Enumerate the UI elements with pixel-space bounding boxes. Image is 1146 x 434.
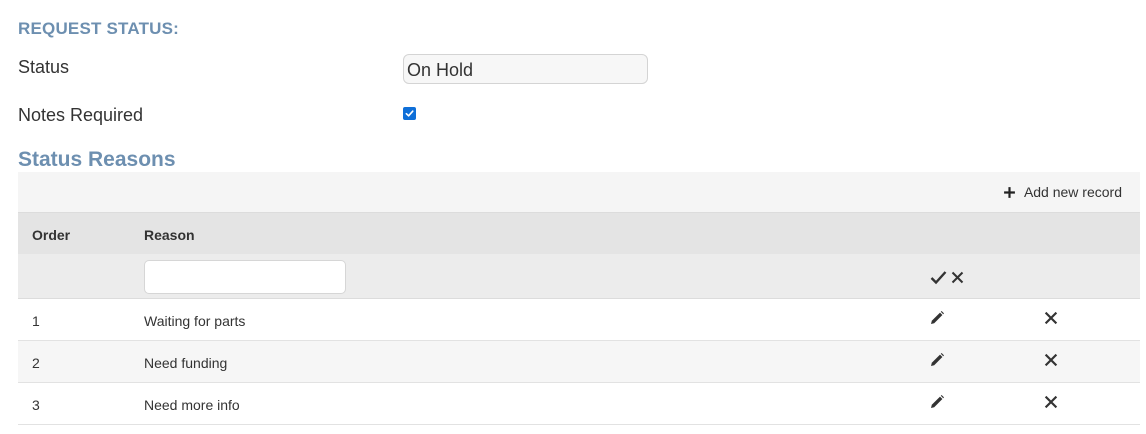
- add-new-record-button[interactable]: Add new record: [1003, 182, 1122, 202]
- close-icon[interactable]: [1044, 395, 1058, 409]
- row-reason: Waiting for parts: [144, 313, 246, 329]
- status-reasons-grid: Add new record Order Reason 1 Waiting fo…: [18, 172, 1140, 425]
- status-field[interactable]: [403, 54, 648, 84]
- notes-required-checkbox[interactable]: [403, 107, 416, 120]
- table-row: 3 Need more info: [18, 383, 1140, 425]
- filter-actions: [930, 270, 964, 285]
- status-reasons-title: Status Reasons: [18, 148, 176, 171]
- check-icon[interactable]: [930, 270, 947, 285]
- pencil-icon[interactable]: [929, 352, 945, 368]
- row-order: 1: [32, 313, 40, 329]
- grid-toolbar: Add new record: [18, 172, 1140, 212]
- add-new-record-label: Add new record: [1023, 184, 1122, 200]
- column-header-reason[interactable]: Reason: [144, 227, 195, 243]
- status-label: Status: [18, 57, 70, 77]
- table-row: 1 Waiting for parts: [18, 299, 1140, 341]
- row-reason: Need more info: [144, 397, 240, 413]
- close-icon[interactable]: [951, 271, 964, 284]
- section-title-request-status: REQUEST STATUS:: [18, 19, 180, 38]
- close-icon[interactable]: [1044, 353, 1058, 367]
- close-icon[interactable]: [1044, 311, 1058, 325]
- grid-filter-row: [18, 254, 1140, 299]
- notes-required-label: Notes Required: [18, 105, 144, 125]
- row-reason: Need funding: [144, 355, 228, 371]
- pencil-icon[interactable]: [929, 394, 945, 410]
- checkmark-icon: [405, 110, 414, 117]
- plus-icon: [1004, 186, 1015, 198]
- row-order: 3: [32, 397, 40, 413]
- pencil-icon[interactable]: [929, 310, 945, 326]
- row-order: 2: [32, 355, 40, 371]
- table-row: 2 Need funding: [18, 341, 1140, 383]
- grid-header-row: Order Reason: [18, 212, 1140, 254]
- column-header-order[interactable]: Order: [32, 227, 70, 243]
- reason-filter-input[interactable]: [144, 260, 346, 294]
